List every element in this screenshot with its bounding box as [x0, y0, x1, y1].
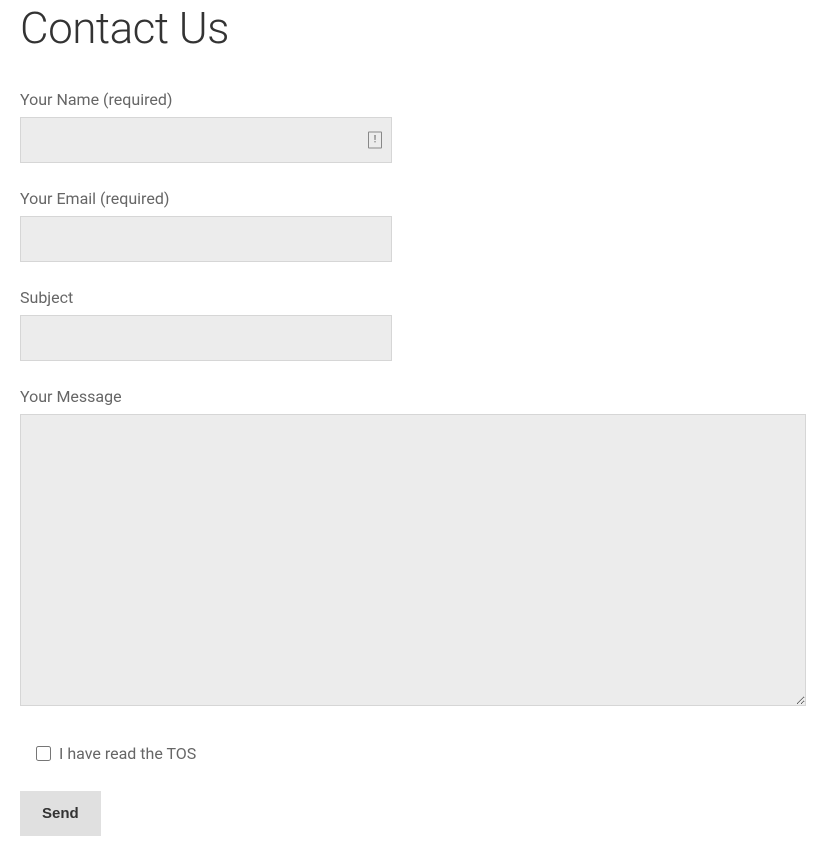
autofill-icon — [368, 132, 382, 149]
name-field-group: Your Name (required) — [20, 90, 808, 163]
message-label: Your Message — [20, 387, 808, 406]
tos-label: I have read the TOS — [59, 744, 196, 763]
name-input-wrap — [20, 117, 392, 163]
subject-field-group: Subject — [20, 288, 808, 361]
message-textarea[interactable] — [20, 414, 806, 706]
subject-input[interactable] — [20, 315, 392, 361]
email-field-group: Your Email (required) — [20, 189, 808, 262]
name-input[interactable] — [20, 117, 392, 163]
message-field-group: Your Message — [20, 387, 808, 710]
email-label: Your Email (required) — [20, 189, 808, 208]
tos-checkbox[interactable] — [36, 746, 51, 761]
subject-label: Subject — [20, 288, 808, 307]
send-button[interactable]: Send — [20, 791, 101, 836]
tos-row: I have read the TOS — [36, 744, 808, 763]
email-input[interactable] — [20, 216, 392, 262]
contact-form: Your Name (required) Your Email (require… — [20, 90, 808, 836]
page-title: Contact Us — [20, 2, 808, 54]
name-label: Your Name (required) — [20, 90, 808, 109]
